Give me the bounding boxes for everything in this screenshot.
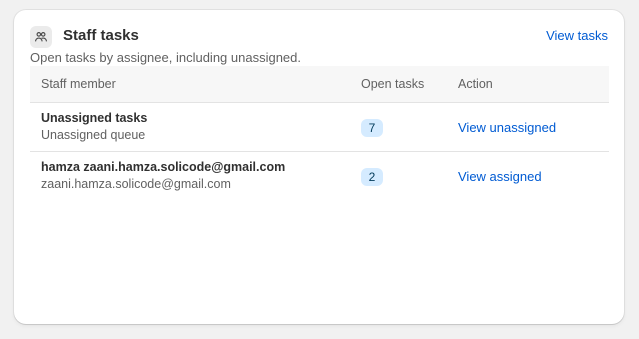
view-tasks-link[interactable]: View tasks [546, 28, 608, 43]
staff-tasks-table: Staff member Open tasks Action Unassigne… [30, 66, 609, 200]
staff-tasks-card: Staff tasks View tasks Open tasks by ass… [14, 10, 624, 324]
staff-name: Unassigned tasks [41, 111, 148, 125]
card-subtitle: Open tasks by assignee, including unassi… [30, 50, 302, 65]
table-row: Unassigned tasks Unassigned queue 7 View… [30, 103, 609, 152]
staff-name: hamza zaani.hamza.solicode@gmail.com [41, 160, 286, 174]
header-action: Action [458, 77, 493, 91]
view-unassigned-link[interactable]: View unassigned [458, 120, 556, 135]
table-header: Staff member Open tasks Action [30, 66, 609, 103]
table-row: hamza zaani.hamza.solicode@gmail.com zaa… [30, 152, 609, 200]
header-open-tasks: Open tasks [361, 77, 425, 91]
people-icon [30, 26, 52, 48]
staff-detail: zaani.hamza.solicode@gmail.com [41, 177, 231, 191]
header-staff-member: Staff member [41, 77, 116, 91]
card-header: Staff tasks View tasks [30, 26, 608, 50]
card-title: Staff tasks [63, 27, 139, 44]
open-tasks-badge: 7 [361, 119, 383, 137]
staff-detail: Unassigned queue [41, 128, 146, 142]
open-tasks-badge: 2 [361, 168, 383, 186]
view-assigned-link[interactable]: View assigned [458, 169, 542, 184]
